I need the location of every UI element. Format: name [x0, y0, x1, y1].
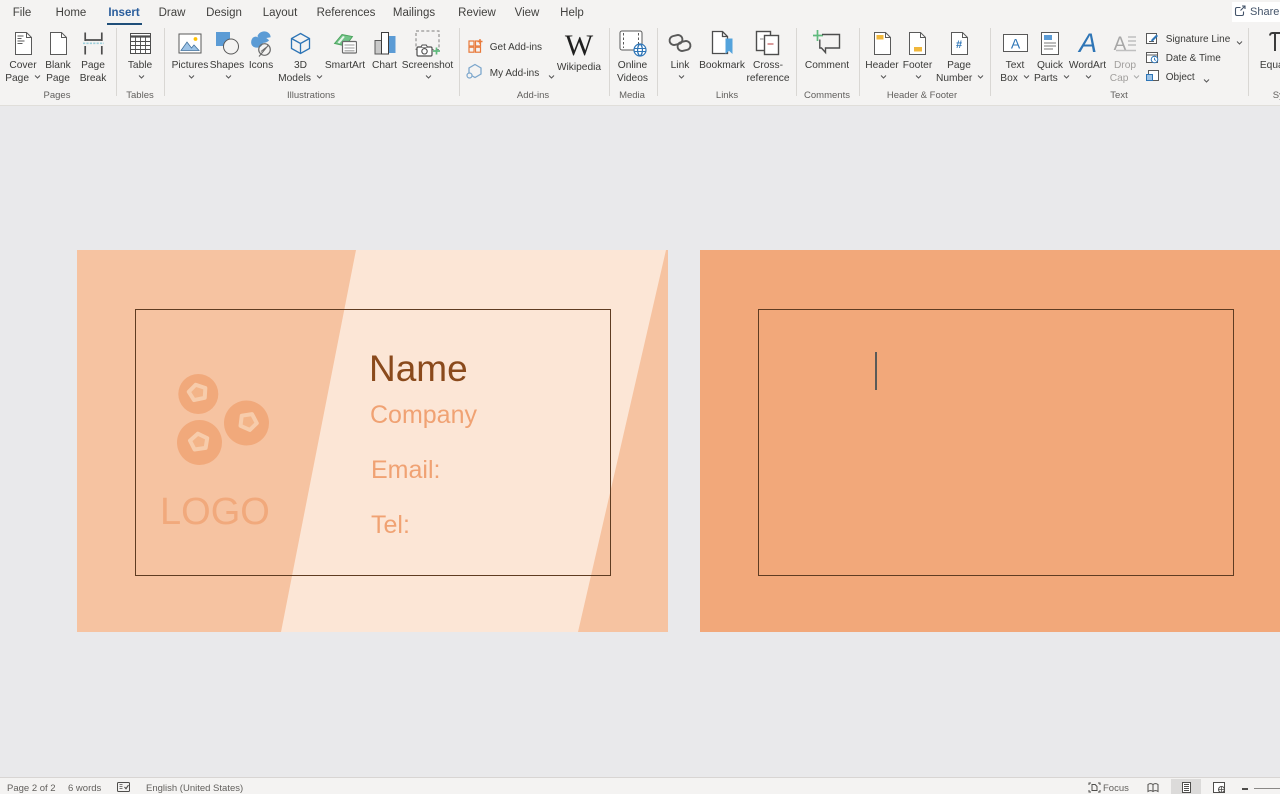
svg-text:A: A [1010, 36, 1020, 52]
svg-text:#: # [955, 39, 961, 51]
svg-text:A: A [1076, 31, 1096, 56]
svg-text:A: A [1114, 34, 1127, 55]
